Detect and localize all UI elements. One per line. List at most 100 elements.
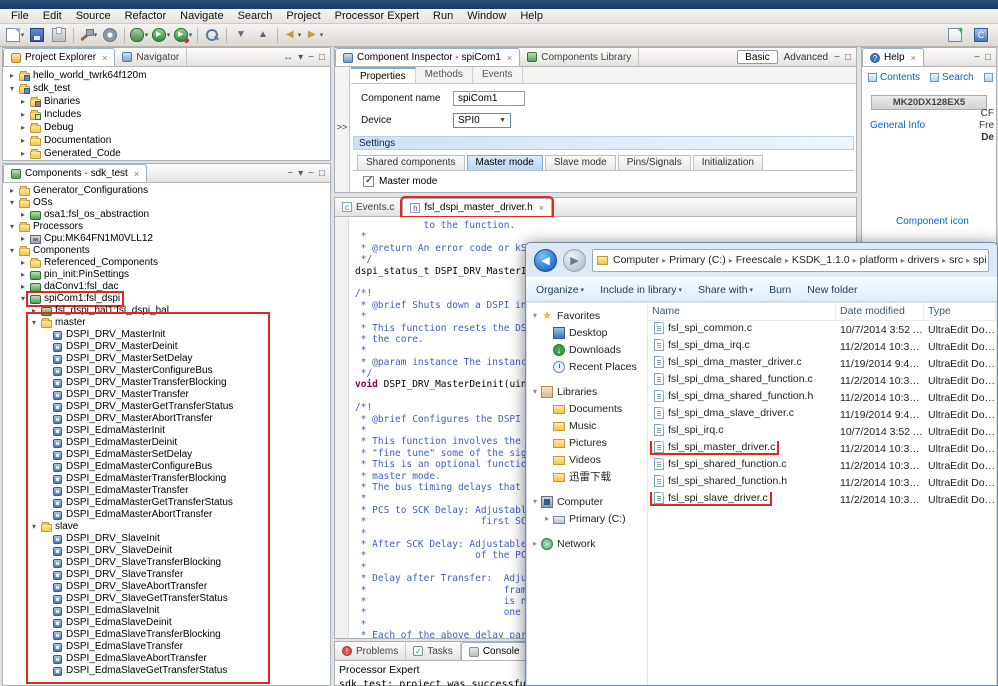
- column-header-date-modified[interactable]: Date modified: [836, 303, 924, 320]
- advanced-button[interactable]: Advanced: [784, 52, 828, 63]
- collapse-arrow-icon[interactable]: ▾: [529, 311, 541, 320]
- back-icon[interactable]: ◀ ▾: [281, 26, 303, 45]
- view-toolbar-icon[interactable]: □: [845, 52, 851, 63]
- explorer-command-share-with[interactable]: Share with ▾: [698, 284, 753, 296]
- project-item[interactable]: ▸ Includes: [3, 108, 330, 121]
- project-item[interactable]: ▸ hello_world_twrk64f120m: [3, 69, 330, 82]
- menu-file[interactable]: File: [4, 10, 36, 22]
- close-icon[interactable]: ×: [911, 53, 916, 63]
- file-row[interactable]: fsl_spi_common.c 10/7/2014 3:52 AM UltraEd…: [648, 321, 996, 338]
- sidebar-item-network[interactable]: ▸ Network: [527, 535, 647, 552]
- view-toolbar-icon[interactable]: −: [834, 52, 840, 63]
- sidebar-item-music[interactable]: Music: [527, 417, 647, 434]
- expand-arrow-icon[interactable]: ▸: [18, 108, 28, 121]
- collapse-arrow-icon[interactable]: ▾: [29, 521, 39, 533]
- close-icon[interactable]: ×: [134, 169, 139, 179]
- component-item[interactable]: ▾ Components: [3, 245, 330, 257]
- sidebar-item-libraries[interactable]: ▾ Libraries: [527, 383, 647, 400]
- mode-tab-master-mode[interactable]: Master mode: [466, 155, 543, 170]
- breadcrumb-segment-ksdk-1-1-0[interactable]: KSDK_1.1.0: [792, 254, 850, 266]
- component-item[interactable]: DSPI_DRV_SlaveInit: [3, 533, 330, 545]
- expand-arrow-icon[interactable]: ▸: [18, 95, 28, 108]
- component-item[interactable]: ▸ Generator_Configurations: [3, 185, 330, 197]
- address-dropdown-icon[interactable]: ▾: [987, 254, 988, 267]
- next-annotation-icon[interactable]: ▼: [230, 26, 252, 45]
- component-item[interactable]: ▾ slave: [3, 521, 330, 533]
- menu-project[interactable]: Project: [279, 10, 327, 22]
- sidebar-item-recent-places[interactable]: Recent Places: [527, 358, 647, 375]
- component-item[interactable]: DSPI_EdmaMasterTransferBlocking: [3, 473, 330, 485]
- collapse-arrow-icon[interactable]: ▾: [18, 293, 28, 305]
- component-item[interactable]: DSPI_EdmaMasterSetDelay: [3, 449, 330, 461]
- menu-source[interactable]: Source: [69, 10, 118, 22]
- sidebar-item-favorites[interactable]: ▾ Favorites: [527, 307, 647, 324]
- back-button[interactable]: ◀: [534, 248, 557, 272]
- build-icon[interactable]: ▾: [77, 26, 99, 45]
- file-row[interactable]: fsl_spi_dma_irq.c 11/2/2014 10:38 PM Ultra…: [648, 338, 996, 355]
- file-row[interactable]: fsl_spi_dma_shared_function.h 11/2/2014 1…: [648, 389, 996, 406]
- forward-button[interactable]: ▶: [563, 248, 586, 272]
- view-toolbar-icon[interactable]: ▾: [298, 52, 303, 63]
- forward-icon[interactable]: ▶ ▾: [303, 26, 325, 45]
- file-row[interactable]: fsl_spi_dma_master_driver.c 11/19/2014 9:…: [648, 355, 996, 372]
- external-tools-icon[interactable]: ▾: [172, 26, 194, 45]
- tab-components-library[interactable]: Components Library: [520, 48, 640, 66]
- breadcrumb-segment-src[interactable]: src: [949, 254, 963, 266]
- explorer-command-burn[interactable]: Burn: [769, 284, 791, 296]
- expand-arrow-icon[interactable]: ▸: [7, 69, 17, 82]
- collapsed-palette[interactable]: >>: [335, 67, 350, 192]
- menu-navigate[interactable]: Navigate: [173, 10, 230, 22]
- component-item[interactable]: DSPI_EdmaSlaveGetTransferStatus: [3, 665, 330, 677]
- view-toolbar-icon[interactable]: □: [319, 52, 325, 63]
- component-item[interactable]: ▸ Cpu:MK64FN1M0VLL12: [3, 233, 330, 245]
- component-item[interactable]: ▸ osa1:fsl_os_abstraction: [3, 209, 330, 221]
- sidebar-item-pictures[interactable]: Pictures: [527, 434, 647, 451]
- expand-arrow-icon[interactable]: ▸: [18, 257, 28, 269]
- explorer-command-include-in-library[interactable]: Include in library ▾: [600, 284, 682, 296]
- search-icon[interactable]: [201, 26, 223, 45]
- component-item[interactable]: DSPI_DRV_SlaveTransferBlocking: [3, 557, 330, 569]
- file-row[interactable]: fsl_spi_irq.c 10/7/2014 3:52 AM UltraEdit …: [648, 423, 996, 440]
- collapse-arrow-icon[interactable]: ▾: [529, 387, 541, 396]
- sidebar-item-documents[interactable]: Documents: [527, 400, 647, 417]
- component-item[interactable]: DSPI_DRV_SlaveTransfer: [3, 569, 330, 581]
- expand-arrow-icon[interactable]: ▸: [18, 233, 28, 245]
- component-item[interactable]: ▾ master: [3, 317, 330, 329]
- breadcrumb-segment-freescale[interactable]: Freescale: [736, 254, 782, 266]
- close-icon[interactable]: ×: [507, 53, 512, 63]
- project-item[interactable]: ▸ Debug: [3, 121, 330, 134]
- collapse-arrow-icon[interactable]: ▾: [7, 82, 17, 95]
- menu-refactor[interactable]: Refactor: [118, 10, 174, 22]
- console-tab-problems[interactable]: Problems: [335, 642, 407, 660]
- expand-arrow-icon[interactable]: ▸: [18, 147, 28, 160]
- file-row[interactable]: fsl_spi_dma_slave_driver.c 11/19/2014 9:4…: [648, 406, 996, 423]
- collapse-arrow-icon[interactable]: ▾: [29, 317, 39, 329]
- project-item[interactable]: ▾ sdk_test: [3, 82, 330, 95]
- breadcrumb-segment-platform[interactable]: platform: [860, 254, 898, 266]
- file-row[interactable]: fsl_spi_master_driver.c 11/2/2014 10:38 P…: [648, 440, 996, 457]
- project-item[interactable]: ▸ Documentation: [3, 134, 330, 147]
- mode-tab-shared-components[interactable]: Shared components: [357, 155, 465, 170]
- component-item[interactable]: DSPI_DRV_MasterConfigureBus: [3, 365, 330, 377]
- component-item[interactable]: DSPI_EdmaSlaveTransferBlocking: [3, 629, 330, 641]
- close-icon[interactable]: ×: [539, 203, 544, 213]
- tab-navigator[interactable]: Navigator: [115, 48, 188, 66]
- console-tab-tasks[interactable]: Tasks: [406, 642, 461, 660]
- component-item[interactable]: DSPI_DRV_MasterGetTransferStatus: [3, 401, 330, 413]
- subtab-methods[interactable]: Methods: [416, 67, 473, 83]
- menu-processor-expert[interactable]: Processor Expert: [328, 10, 426, 22]
- save-icon[interactable]: [26, 26, 48, 45]
- component-item[interactable]: DSPI_DRV_MasterTransferBlocking: [3, 377, 330, 389]
- component-item[interactable]: DSPI_EdmaSlaveTransfer: [3, 641, 330, 653]
- component-item[interactable]: ▸ fsl_dspi_hal1:fsl_dspi_hal: [3, 305, 330, 317]
- collapse-arrow-icon[interactable]: ▾: [7, 245, 17, 257]
- column-header-type[interactable]: Type: [924, 303, 996, 320]
- mode-tab-pins-signals[interactable]: Pins/Signals: [617, 155, 691, 170]
- component-item[interactable]: DSPI_EdmaMasterGetTransferStatus: [3, 497, 330, 509]
- master-mode-checkbox[interactable]: [363, 175, 374, 187]
- breadcrumb-segment-drivers[interactable]: drivers: [908, 254, 940, 266]
- expand-arrow-icon[interactable]: ▸: [18, 269, 28, 281]
- collapse-arrow-icon[interactable]: ▾: [529, 497, 541, 506]
- tab-help[interactable]: Help ×: [862, 48, 924, 66]
- menu-search[interactable]: Search: [231, 10, 280, 22]
